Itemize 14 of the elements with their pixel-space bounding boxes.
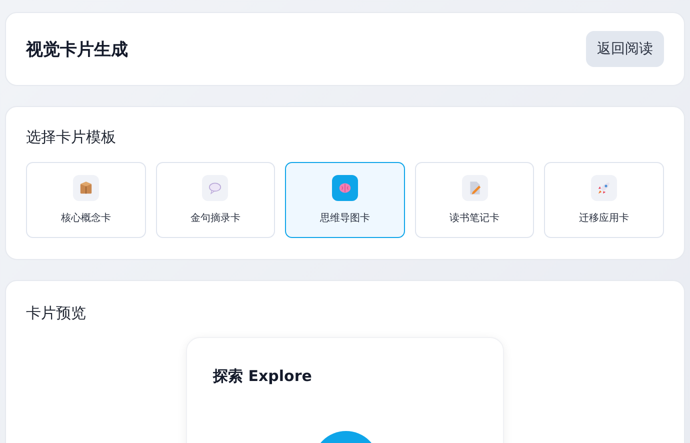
- back-button[interactable]: 返回阅读: [586, 31, 664, 67]
- speech-bubble-icon: [207, 180, 224, 196]
- rocket-icon: [596, 180, 612, 196]
- section-title: 选择卡片模板: [26, 128, 116, 146]
- brain-icon: [336, 180, 353, 196]
- card-title: 探索 Explore: [213, 367, 312, 385]
- template-option[interactable]: 金句摘录卡: [156, 162, 276, 238]
- section-title: 卡片预览: [26, 304, 86, 322]
- template-option[interactable]: 思维导图卡: [285, 162, 405, 238]
- template-option[interactable]: 读书笔记卡: [414, 162, 534, 238]
- template-option[interactable]: 迁移应用卡: [544, 162, 664, 238]
- box-icon: [78, 180, 94, 196]
- template-option[interactable]: 核心概念卡: [26, 162, 146, 238]
- page-title: 视觉卡片生成: [26, 38, 128, 60]
